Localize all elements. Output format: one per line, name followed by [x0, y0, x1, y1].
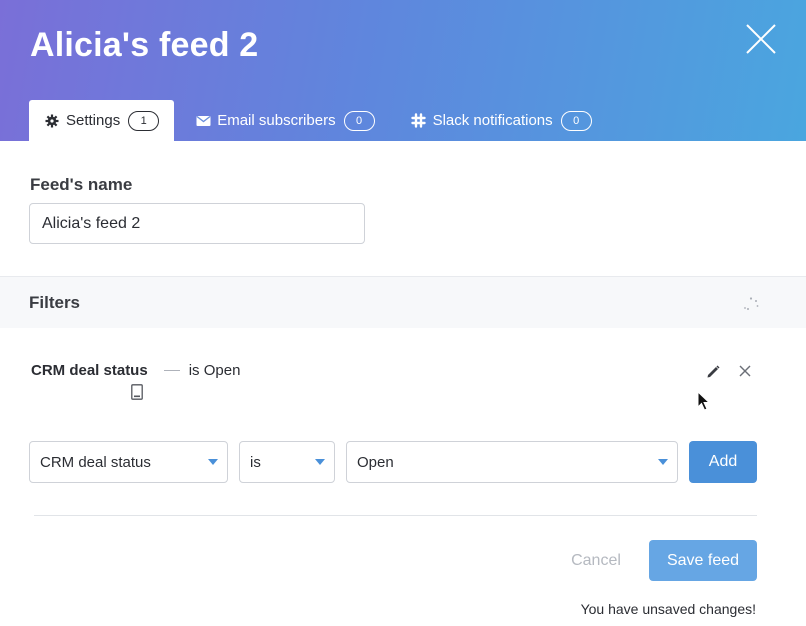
- filter-rule-dash: [163, 370, 180, 371]
- chevron-down-icon: [658, 459, 668, 465]
- device-icon: [131, 384, 143, 400]
- feed-title: Alicia's feed 2: [30, 26, 259, 64]
- filter-operator-select[interactable]: is: [239, 441, 335, 483]
- tab-email-subscribers[interactable]: Email subscribers 0: [180, 100, 389, 141]
- filter-field-select-value: CRM deal status: [40, 453, 151, 471]
- filters-title: Filters: [29, 293, 81, 312]
- loading-spinner-icon: [744, 297, 759, 310]
- gear-icon: [44, 113, 60, 129]
- tab-email-count: 0: [343, 110, 375, 131]
- feed-name-input[interactable]: [29, 203, 365, 244]
- remove-filter-icon[interactable]: [738, 364, 752, 378]
- tab-settings-count: 1: [128, 110, 160, 131]
- tab-slack-notifications[interactable]: Slack notifications 0: [396, 100, 607, 141]
- filters-header: Filters: [0, 276, 806, 328]
- filter-rule-field: CRM deal status: [31, 362, 148, 379]
- filter-value-select[interactable]: Open: [346, 441, 678, 483]
- pencil-icon[interactable]: [705, 364, 721, 380]
- tab-settings[interactable]: Settings 1: [29, 100, 175, 141]
- envelope-icon: [195, 113, 211, 129]
- chevron-down-icon: [208, 459, 218, 465]
- close-icon[interactable]: [744, 22, 778, 56]
- chevron-down-icon: [315, 459, 325, 465]
- filter-rule-operator: is: [188, 362, 200, 379]
- filter-field-select[interactable]: CRM deal status: [29, 441, 228, 483]
- filter-operator-select-value: is: [250, 453, 261, 471]
- filter-rule-value: Open: [203, 362, 241, 379]
- mouse-cursor-icon: [697, 391, 711, 411]
- tab-slack-label: Slack notifications: [432, 112, 553, 129]
- filter-value-select-value: Open: [357, 453, 394, 471]
- tab-bar: Settings 1 Email subscribers 0 Slack not…: [29, 100, 613, 141]
- tab-settings-label: Settings: [66, 112, 121, 129]
- add-filter-button[interactable]: Add: [689, 441, 757, 483]
- filter-rule: CRM deal status is Open: [31, 362, 240, 379]
- feed-name-label: Feed's name: [30, 175, 133, 194]
- modal-header: Alicia's feed 2 Settings 1 Email subscri…: [0, 0, 806, 141]
- unsaved-changes-notice: You have unsaved changes!: [580, 601, 756, 617]
- tab-email-label: Email subscribers: [217, 112, 336, 129]
- tab-slack-count: 0: [560, 110, 592, 131]
- save-feed-button[interactable]: Save feed: [649, 540, 757, 581]
- cancel-button[interactable]: Cancel: [556, 545, 636, 577]
- slack-icon: [411, 113, 427, 129]
- divider: [34, 515, 757, 516]
